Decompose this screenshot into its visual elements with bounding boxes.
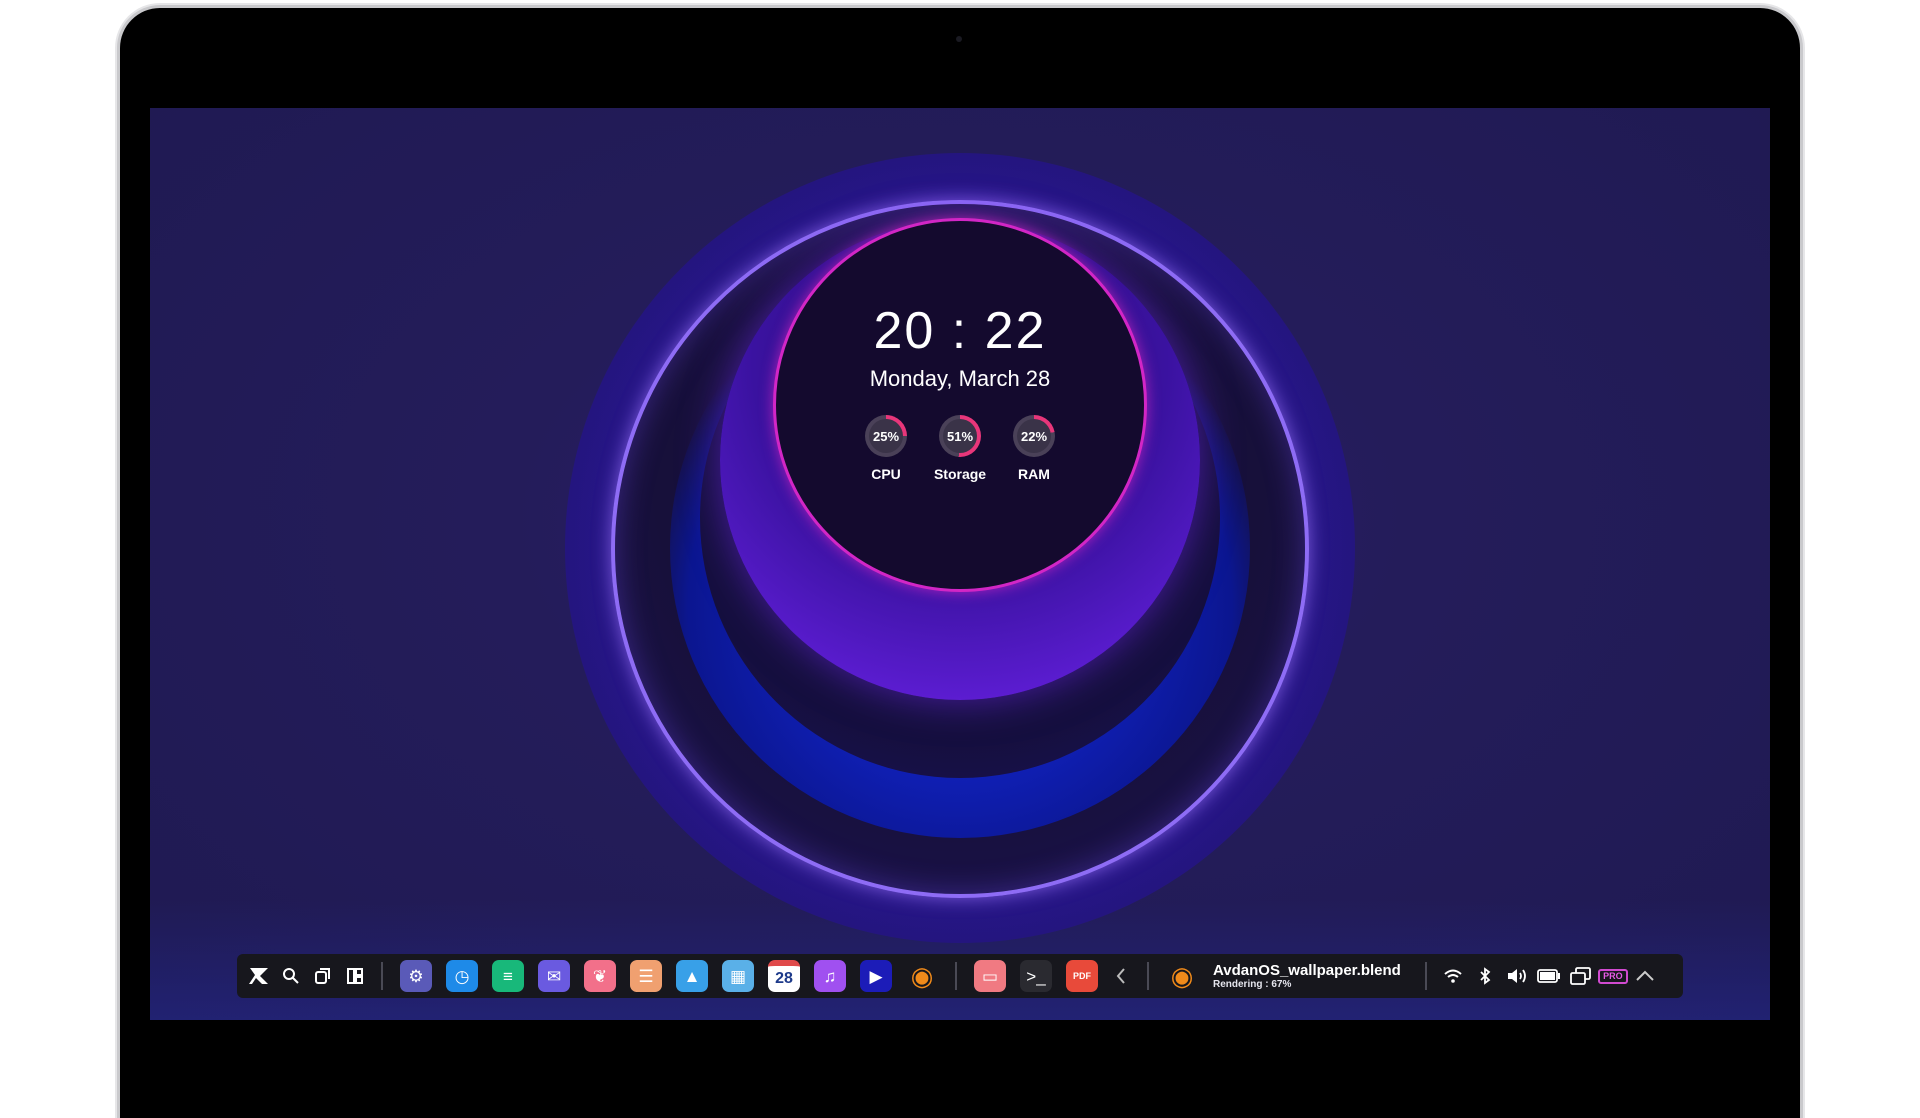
- clock-date: Monday, March 28: [869, 366, 1051, 391]
- ram-gauge: 22%: [1013, 415, 1055, 457]
- widgets-icon[interactable]: [342, 960, 368, 992]
- messages-icon[interactable]: ≡: [492, 960, 524, 992]
- avdan-logo-icon[interactable]: [246, 960, 272, 992]
- cpu-label: CPU: [871, 466, 901, 482]
- wifi-icon[interactable]: [1440, 960, 1466, 992]
- active-task[interactable]: AvdanOS_wallpaper.blend Rendering : 67%: [1213, 962, 1401, 990]
- active-task-title: AvdanOS_wallpaper.blend: [1213, 962, 1401, 979]
- mail-icon[interactable]: ✉: [538, 960, 570, 992]
- ram-label: RAM: [1018, 466, 1050, 482]
- photos-icon[interactable]: ▲: [676, 960, 708, 992]
- stat-cpu: 25% CPU: [861, 415, 911, 482]
- webcam: [956, 36, 962, 42]
- clock-widget: [773, 218, 1147, 592]
- cpu-value: 25%: [872, 428, 900, 444]
- browser-icon[interactable]: ❦: [584, 960, 616, 992]
- clock-time: 20 : 22: [873, 302, 1047, 360]
- calculator-icon[interactable]: ▦: [722, 960, 754, 992]
- stat-ram: 22% RAM: [1009, 415, 1059, 482]
- taskbar-divider: [1147, 962, 1149, 990]
- active-task-status: Rendering : 67%: [1213, 979, 1292, 990]
- task-view-icon[interactable]: [310, 960, 336, 992]
- chevron-left-icon[interactable]: [1108, 960, 1134, 992]
- calendar-icon[interactable]: 28: [768, 960, 800, 992]
- pdf-reader-icon[interactable]: PDF: [1066, 960, 1098, 992]
- pro-badge[interactable]: PRO: [1598, 960, 1628, 992]
- terminal-icon[interactable]: >_: [1020, 960, 1052, 992]
- taskbar-divider: [1424, 962, 1427, 990]
- desktop-screen: 20 : 22 Monday, March 28 25% CPU 51% Sto…: [150, 108, 1770, 1020]
- pro-badge-label: PRO: [1598, 968, 1628, 984]
- volume-icon[interactable]: [1504, 960, 1530, 992]
- stat-storage: 51% Storage: [933, 415, 987, 482]
- files-icon[interactable]: ▭: [974, 960, 1006, 992]
- cpu-gauge: 25%: [865, 415, 907, 457]
- taskbar: ⚙ ◷ ≡ ✉ ❦ ☰ ▲ ▦ 28 ♫ ▶ ◉ ▭ >_ PDF ◉ Avda…: [237, 954, 1683, 998]
- search-icon[interactable]: [278, 960, 304, 992]
- notes-icon[interactable]: ☰: [630, 960, 662, 992]
- media-player-icon[interactable]: ▶: [860, 960, 892, 992]
- ram-value: 22%: [1020, 428, 1048, 444]
- display-icon[interactable]: [1568, 960, 1594, 992]
- clock-icon[interactable]: ◷: [446, 960, 478, 992]
- music-icon[interactable]: ♫: [814, 960, 846, 992]
- storage-gauge: 51%: [939, 415, 981, 457]
- storage-label: Storage: [933, 466, 987, 482]
- taskbar-divider: [381, 962, 383, 990]
- bluetooth-icon[interactable]: [1472, 960, 1498, 992]
- battery-icon[interactable]: [1536, 960, 1562, 992]
- blender-icon[interactable]: ◉: [906, 960, 938, 992]
- active-task-blender-icon[interactable]: ◉: [1166, 960, 1198, 992]
- system-stats: 25% CPU 51% Storage 22% RAM: [150, 415, 1770, 482]
- taskbar-divider: [955, 962, 957, 990]
- chevron-up-icon[interactable]: [1632, 960, 1658, 992]
- settings-icon[interactable]: ⚙: [400, 960, 432, 992]
- storage-value: 51%: [946, 428, 974, 444]
